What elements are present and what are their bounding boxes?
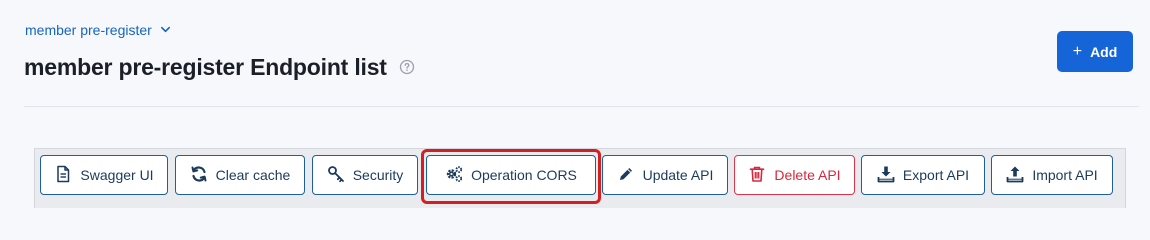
delete-api-label: Delete API [774, 167, 841, 183]
delete-api-button[interactable]: Delete API [734, 155, 855, 195]
page: member pre-register member pre-register … [0, 0, 1150, 208]
clear-cache-label: Clear cache [215, 167, 291, 183]
swagger-ui-button[interactable]: Swagger UI [40, 155, 168, 195]
add-button[interactable]: + Add [1057, 31, 1133, 72]
swagger-ui-label: Swagger UI [80, 167, 154, 183]
clear-cache-button[interactable]: Clear cache [175, 155, 305, 195]
upload-icon [1006, 165, 1024, 186]
breadcrumb-dropdown[interactable]: member pre-register [25, 22, 171, 38]
export-api-button[interactable]: Export API [861, 155, 985, 195]
page-title: member pre-register Endpoint list [24, 54, 387, 80]
help-icon[interactable] [399, 55, 415, 80]
security-button[interactable]: Security [312, 155, 418, 195]
security-label: Security [352, 167, 404, 183]
update-api-button[interactable]: Update API [602, 155, 728, 195]
plus-icon: + [1072, 42, 1083, 60]
import-api-label: Import API [1032, 167, 1098, 183]
operation-cors-label: Operation CORS [471, 167, 577, 183]
download-icon [877, 165, 895, 186]
title-row: member pre-register Endpoint list [24, 54, 415, 81]
api-toolbar: Swagger UI Clear cache Security Operatio… [34, 148, 1126, 208]
add-button-label: Add [1090, 43, 1118, 60]
gears-icon [445, 165, 463, 186]
chevron-down-icon [160, 22, 171, 38]
pencil-icon [617, 165, 635, 186]
operation-cors-button[interactable]: Operation CORS [426, 155, 596, 195]
export-api-label: Export API [902, 167, 970, 183]
key-icon [327, 165, 345, 186]
update-api-label: Update API [642, 167, 714, 183]
divider [24, 106, 1139, 107]
breadcrumb-label: member pre-register [25, 22, 152, 38]
document-icon [54, 165, 72, 186]
import-api-button[interactable]: Import API [991, 155, 1113, 195]
trash-icon [748, 165, 766, 186]
refresh-icon [190, 165, 208, 186]
